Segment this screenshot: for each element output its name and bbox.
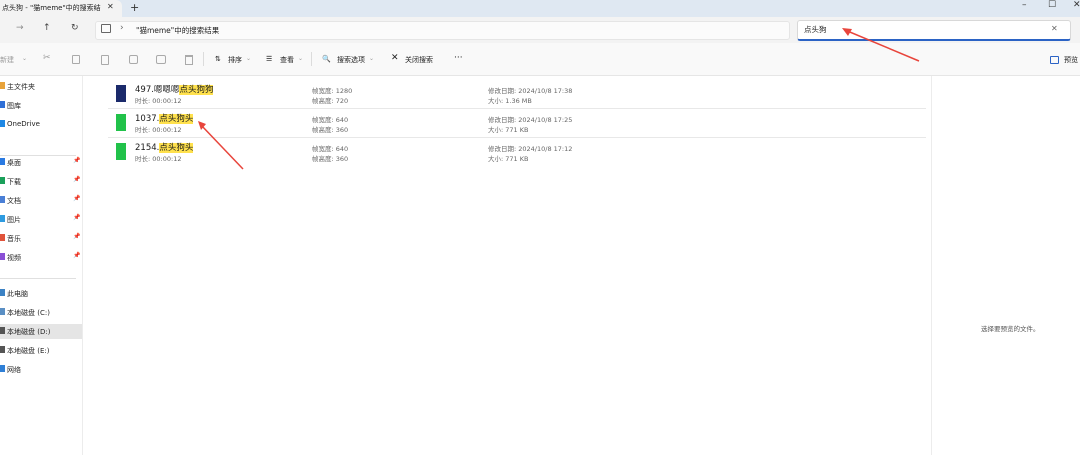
annotation-arrow-result <box>200 124 244 170</box>
annotation-arrow-search <box>844 29 920 62</box>
annotation-arrows <box>198 28 920 170</box>
